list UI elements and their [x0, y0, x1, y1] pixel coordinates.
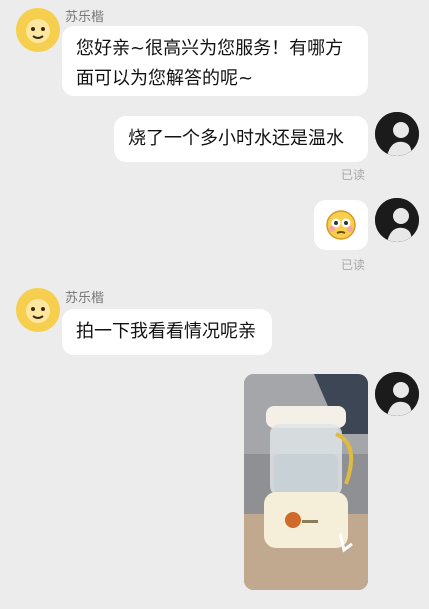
agent-name: 苏乐楷: [65, 10, 105, 25]
image-message[interactable]: [244, 374, 368, 590]
user-avatar-icon: [375, 198, 419, 242]
agent-message-bubble[interactable]: 您好亲~很高兴为您服务！有哪方 面可以为您解答的呢~: [62, 26, 368, 96]
lion-mascot-icon: [16, 8, 60, 52]
read-status: 已读: [341, 258, 366, 272]
flushed-face-emoji-icon: [326, 210, 356, 240]
agent-avatar[interactable]: [16, 288, 60, 332]
agent-message-bubble[interactable]: 拍一下我看看情况呢亲: [62, 309, 272, 355]
agent-name: 苏乐楷: [65, 291, 105, 306]
kettle-photo: [244, 374, 368, 590]
read-status: 已读: [341, 168, 366, 182]
lion-mascot-icon: [16, 288, 60, 332]
emoji-message-bubble[interactable]: [314, 200, 368, 250]
message-text: 拍一下我看看情况呢亲: [76, 321, 256, 342]
agent-avatar[interactable]: [16, 8, 60, 52]
user-avatar-icon: [375, 372, 419, 416]
user-avatar[interactable]: [375, 372, 419, 416]
user-avatar-icon: [375, 112, 419, 156]
user-avatar[interactable]: [375, 112, 419, 156]
message-text: 烧了一个多小时水还是温水: [128, 128, 344, 149]
message-text-line: 您好亲~很高兴为您服务！有哪方: [76, 38, 344, 59]
user-message-bubble[interactable]: 烧了一个多小时水还是温水: [114, 116, 368, 162]
message-text-line: 面可以为您解答的呢~: [76, 68, 254, 89]
user-avatar[interactable]: [375, 198, 419, 242]
